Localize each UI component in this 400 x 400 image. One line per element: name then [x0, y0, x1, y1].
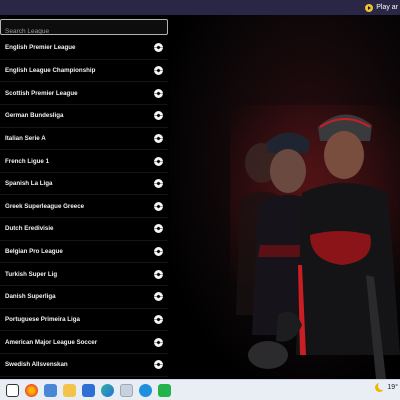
soccer-ball-icon	[154, 247, 163, 257]
list-item[interactable]: Turkish Super Lig	[0, 263, 168, 287]
soccer-ball-icon	[154, 315, 163, 324]
list-item[interactable]: Portuguese Primeira Liga	[0, 308, 168, 332]
hockey-players-illustration	[236, 114, 400, 379]
task-view-icon[interactable]	[6, 383, 19, 397]
play-icon	[365, 3, 374, 12]
list-item[interactable]: Spanish La Liga	[0, 172, 168, 196]
list-item[interactable]: Italian Serie A	[0, 127, 168, 151]
soccer-ball-icon	[154, 111, 163, 121]
weather-temp: 19°	[387, 384, 398, 391]
play-label: Play ar	[376, 4, 398, 11]
soccer-ball-icon	[154, 43, 163, 53]
list-item[interactable]: Danish Superliga	[0, 286, 168, 309]
window-topbar: Play ar	[0, 0, 400, 15]
list-item[interactable]: German Bundesliga	[0, 104, 168, 128]
search-box[interactable]	[0, 19, 168, 39]
list-item[interactable]: English Premier League	[0, 37, 168, 60]
soccer-ball-icon	[154, 88, 163, 98]
soccer-ball-icon	[154, 224, 163, 234]
taskbar: 19°	[0, 379, 400, 400]
league-name: French Ligue 1	[5, 157, 50, 165]
league-name: English Premier League	[5, 44, 76, 52]
file-explorer-icon[interactable]	[44, 383, 57, 397]
league-name: Italian Serie A	[5, 134, 46, 142]
list-item[interactable]: English League Championship	[0, 59, 168, 83]
league-name: Danish Superliga	[5, 293, 56, 301]
soccer-ball-icon	[154, 133, 163, 143]
main-content: English Premier League English League Ch…	[0, 15, 400, 379]
league-name: Spanish La Liga	[5, 180, 53, 188]
play-button[interactable]: Play ar	[365, 2, 400, 13]
league-name: English League Championship	[5, 66, 96, 74]
edge-icon[interactable]	[101, 383, 114, 397]
soccer-ball-icon	[154, 269, 163, 279]
weather-moon-icon	[375, 382, 387, 392]
soccer-ball-icon	[154, 179, 163, 189]
list-item[interactable]: Dutch Eredivisie	[0, 218, 168, 241]
app-icon[interactable]	[120, 383, 133, 397]
soccer-ball-icon	[154, 156, 163, 166]
firefox-icon[interactable]	[25, 383, 38, 397]
soccer-ball-icon	[154, 360, 163, 370]
list-item[interactable]: American Major League Soccer	[0, 331, 168, 354]
league-name: Scottish Premier League	[5, 89, 78, 97]
list-item[interactable]: French Ligue 1	[0, 150, 168, 173]
league-list: English Premier League English League Ch…	[0, 37, 168, 377]
league-name: German Bundesliga	[5, 112, 64, 120]
list-item[interactable]: Belgian Pro League	[0, 240, 168, 264]
league-name: American Major League Soccer	[5, 338, 98, 346]
soccer-ball-icon	[154, 65, 163, 75]
league-name: Portuguese Primeira Liga	[5, 316, 80, 323]
soccer-ball-icon	[154, 292, 163, 302]
list-item[interactable]: Swedish Allsvenskan	[0, 353, 168, 377]
system-tray[interactable]: 19°	[375, 382, 398, 392]
folder-icon[interactable]	[63, 383, 76, 397]
soccer-ball-icon	[154, 337, 163, 347]
list-item[interactable]: Scottish Premier League	[0, 82, 168, 105]
league-name: Belgian Pro League	[5, 248, 63, 256]
mail-icon[interactable]	[82, 383, 95, 397]
league-name: Swedish Allsvenskan	[5, 361, 68, 369]
soccer-ball-icon	[154, 201, 163, 211]
league-name: Dutch Eredivisie	[5, 225, 54, 233]
browser-icon[interactable]	[139, 383, 152, 397]
league-name: Turkish Super Lig	[5, 270, 58, 278]
league-name: Greek Superleague Greece	[5, 202, 85, 210]
list-item[interactable]: Greek Superleague Greece	[0, 195, 168, 219]
hero-image	[170, 15, 400, 379]
terminal-icon[interactable]	[158, 383, 171, 397]
